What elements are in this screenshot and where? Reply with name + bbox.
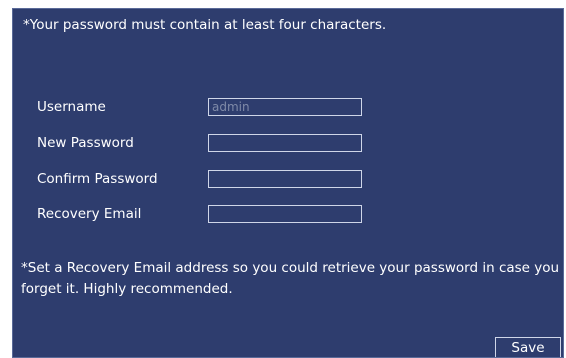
new-password-field[interactable] xyxy=(208,134,362,152)
save-button[interactable]: Save xyxy=(495,337,561,357)
username-label: Username xyxy=(37,99,106,115)
password-settings-panel: *Your password must contain at least fou… xyxy=(12,8,564,358)
new-password-label: New Password xyxy=(37,135,134,151)
confirm-password-row: Confirm Password xyxy=(13,169,563,191)
recovery-email-row: Recovery Email xyxy=(13,204,563,226)
confirm-password-field[interactable] xyxy=(208,170,362,188)
recovery-email-notice: *Set a Recovery Email address so you cou… xyxy=(21,260,560,297)
password-requirement-notice: *Your password must contain at least fou… xyxy=(23,17,387,33)
recovery-email-field[interactable] xyxy=(208,205,362,223)
username-row: Username xyxy=(13,97,563,119)
username-field[interactable] xyxy=(208,98,362,116)
recovery-email-label: Recovery Email xyxy=(37,206,142,222)
confirm-password-label: Confirm Password xyxy=(37,171,158,187)
new-password-row: New Password xyxy=(13,133,563,155)
